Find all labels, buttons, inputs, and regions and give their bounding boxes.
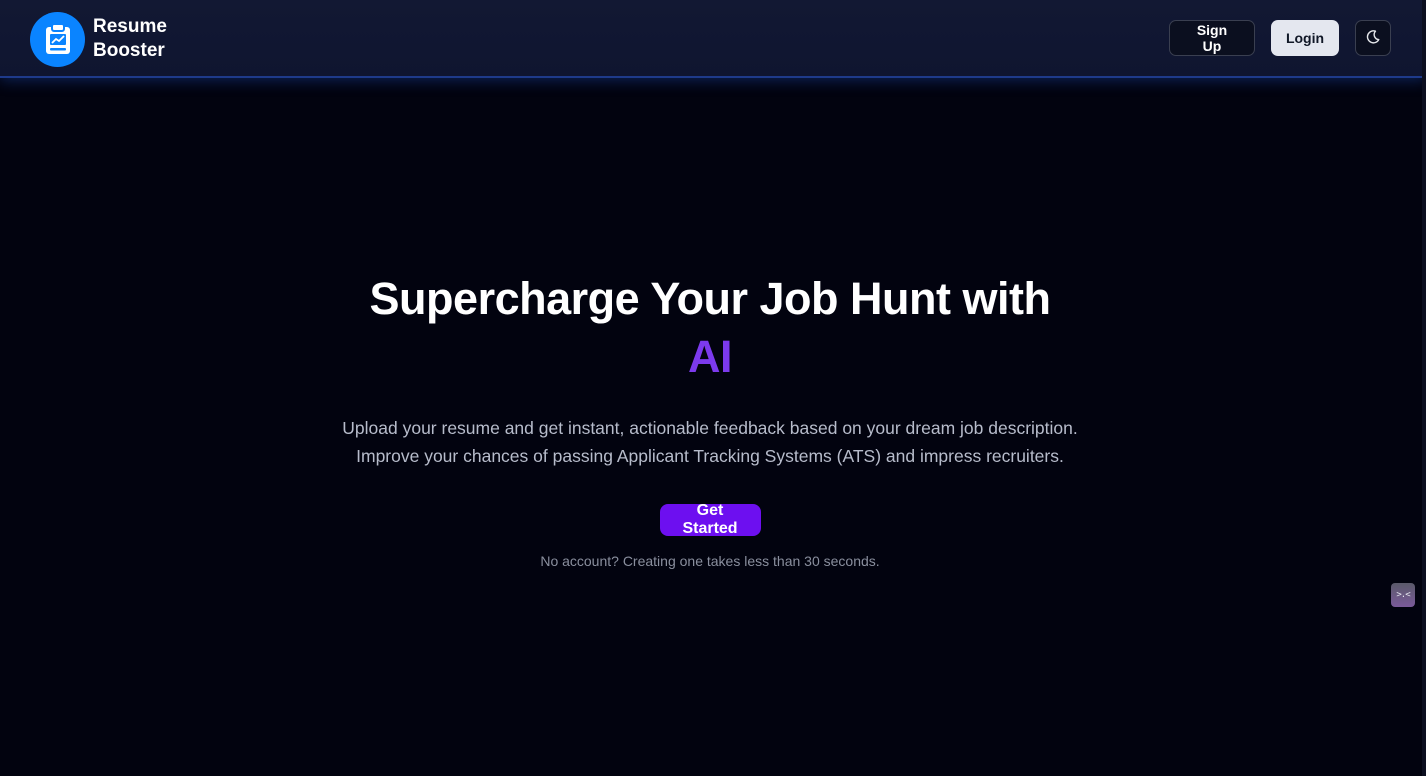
nav-actions: Sign Up Login <box>1169 20 1391 56</box>
get-started-button[interactable]: Get Started <box>659 502 761 537</box>
signup-note: No account? Creating one takes less than… <box>540 553 880 569</box>
moon-icon <box>1365 29 1381 48</box>
dev-tools-widget[interactable]: >.< <box>1391 583 1415 607</box>
hero-title-accent: AI <box>688 331 733 382</box>
clipboard-chart-icon <box>30 11 85 67</box>
login-button[interactable]: Login <box>1271 20 1339 56</box>
brand-name: Resume Booster <box>93 16 167 61</box>
hero-section: Supercharge Your Job Hunt with AI Upload… <box>0 270 1420 569</box>
cta-wrapper: Get Started <box>0 502 1420 537</box>
theme-toggle-button[interactable] <box>1355 20 1391 56</box>
hero-title: Supercharge Your Job Hunt with AI <box>0 270 1420 386</box>
hero-title-main: Supercharge Your Job Hunt with <box>369 273 1051 324</box>
sign-up-button[interactable]: Sign Up <box>1169 20 1255 56</box>
scrollbar-track[interactable] <box>1422 0 1426 776</box>
brand[interactable]: Resume Booster <box>30 11 183 67</box>
top-navbar: Resume Booster Sign Up Login <box>0 0 1426 78</box>
dev-tools-face-icon: >.< <box>1396 590 1410 600</box>
hero-subtitle: Upload your resume and get instant, acti… <box>0 414 1420 470</box>
hero-subtitle-line: Upload your resume and get instant, acti… <box>342 418 1078 438</box>
hero-subtitle-line: Improve your chances of passing Applican… <box>356 446 1064 466</box>
